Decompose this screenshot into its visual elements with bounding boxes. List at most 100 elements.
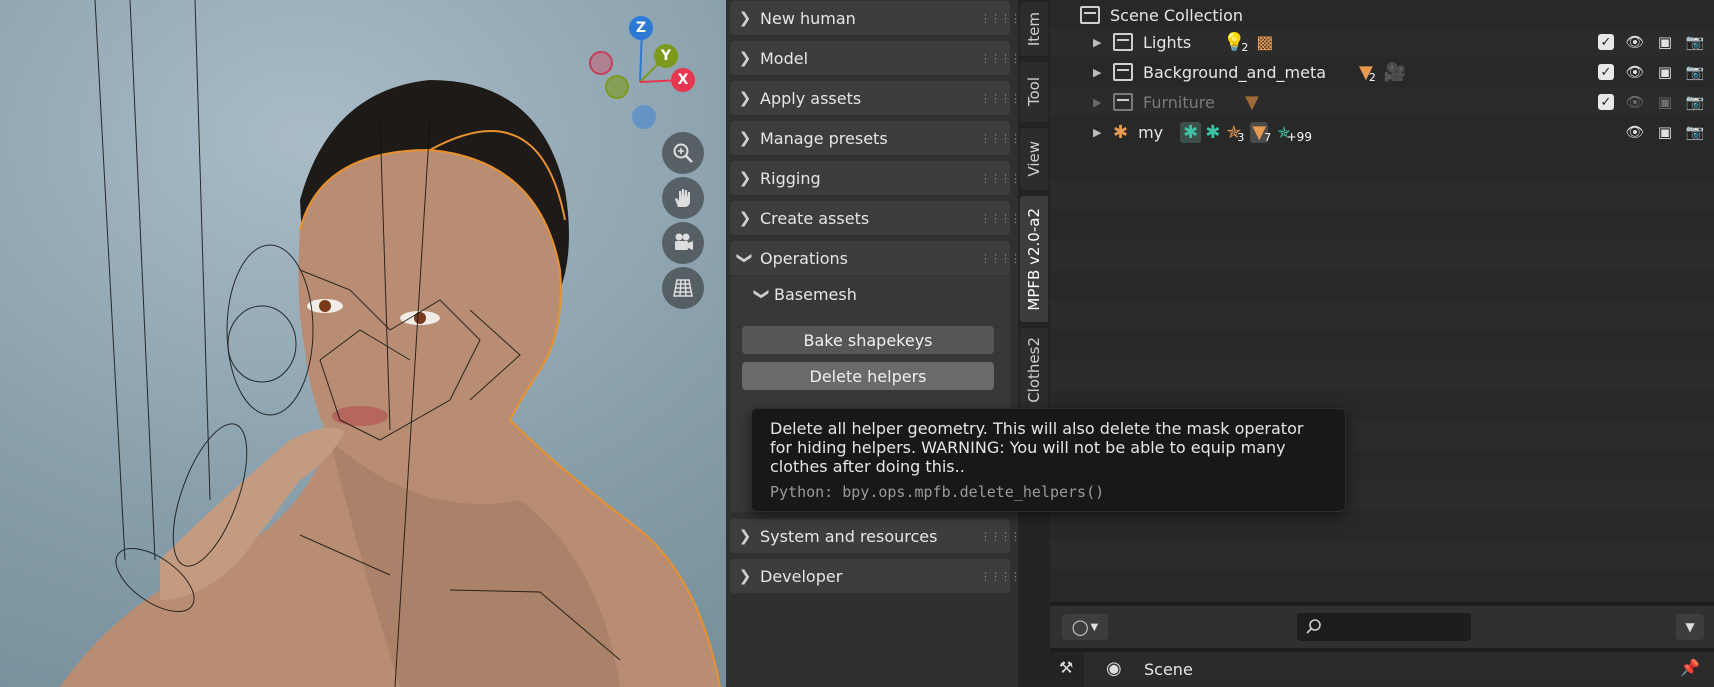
outliner-row-lights[interactable]: ▶ Lights 💡 2 ▩ ✓ 👁 ▣ 📷 — [1050, 27, 1714, 57]
tab-clothes2[interactable]: Clothes2 — [1020, 328, 1048, 412]
options-dropdown[interactable]: ▼ — [1676, 614, 1704, 640]
exclude-checkbox[interactable]: ✓ — [1598, 94, 1614, 110]
blender-window: Z Y X ❯ New human ⋮⋮⋮⋮ ❯ Model ⋮⋮⋮⋮ ❯ Ap… — [0, 0, 1714, 687]
drag-grip-icon[interactable]: ⋮⋮⋮⋮ — [980, 570, 1018, 583]
tab-tool[interactable]: Tool — [1020, 62, 1048, 122]
chevron-right-icon: ❯ — [738, 209, 752, 227]
drag-grip-icon[interactable]: ⋮⋮⋮⋮ — [980, 92, 1018, 105]
eye-icon[interactable]: 👁 — [1625, 33, 1644, 51]
search-icon — [1306, 619, 1321, 634]
tab-mpfb[interactable]: MPFB v2.0-a2 — [1020, 196, 1048, 322]
chevron-down-icon: ▼ — [1685, 620, 1695, 634]
eye-icon[interactable]: 👁 — [1625, 63, 1644, 81]
panel-model[interactable]: ❯ Model ⋮⋮⋮⋮ — [730, 41, 1018, 75]
expand-triangle-icon[interactable]: ▶ — [1093, 66, 1107, 79]
drag-grip-icon[interactable]: ⋮⋮⋮⋮ — [980, 172, 1018, 185]
gizmo-neg-x-axis[interactable] — [589, 51, 613, 75]
camera-icon[interactable] — [662, 222, 704, 264]
panel-new-human[interactable]: ❯ New human ⋮⋮⋮⋮ — [730, 1, 1018, 35]
drag-grip-icon[interactable]: ⋮⋮⋮⋮ — [980, 12, 1018, 25]
gizmo-y-axis[interactable]: Y — [654, 44, 678, 68]
render-camera-icon[interactable]: 📷 — [1686, 123, 1705, 141]
row-toggles: ✓ 👁 ▣ 📷 — [1598, 33, 1704, 51]
panel-rigging[interactable]: ❯ Rigging ⋮⋮⋮⋮ — [730, 161, 1018, 195]
panel-developer[interactable]: ❯ Developer ⋮⋮⋮⋮ — [730, 559, 1018, 593]
panel-system-and-resources[interactable]: ❯ System and resources ⋮⋮⋮⋮ — [730, 519, 1018, 553]
panel-label: Apply assets — [760, 88, 862, 108]
row-stripe — [1050, 360, 1714, 390]
mesh-icon: ▼ — [1245, 91, 1259, 113]
tab-item[interactable]: Item — [1020, 2, 1048, 56]
tooltip: Delete all helper geometry. This will al… — [751, 408, 1346, 512]
subpanel-basemesh[interactable]: ❯ Basemesh — [750, 278, 1010, 310]
drag-grip-icon[interactable]: ⋮⋮⋮⋮ — [980, 52, 1018, 65]
collection-icon — [1113, 63, 1133, 81]
panel-label: Manage presets — [760, 128, 888, 148]
gizmo-neg-z-axis[interactable] — [632, 105, 656, 129]
panel-label: Operations — [760, 248, 848, 268]
chevron-right-icon: ❯ — [738, 567, 752, 585]
chevron-right-icon: ❯ — [738, 89, 752, 107]
drag-grip-icon[interactable]: ⋮⋮⋮⋮ — [980, 252, 1018, 265]
collection-icon — [1113, 33, 1133, 51]
outliner-row-scene-collection[interactable]: Scene Collection — [1050, 0, 1714, 30]
toggle-icon: ◯ — [1071, 618, 1089, 636]
expand-triangle-icon[interactable]: ▶ — [1093, 96, 1107, 109]
panel-label: New human — [760, 8, 856, 28]
hand-pan-icon[interactable] — [662, 177, 704, 219]
exclude-checkbox[interactable]: ✓ — [1598, 34, 1614, 50]
chevron-right-icon: ❯ — [738, 169, 752, 187]
monitor-icon[interactable]: ▣ — [1656, 33, 1674, 51]
monitor-icon[interactable]: ▣ — [1656, 123, 1674, 141]
pose-icon: ✱ — [1180, 121, 1202, 143]
chevron-right-icon: ❯ — [738, 527, 752, 545]
grid-icon[interactable] — [662, 267, 704, 309]
camera-object-icon: 🎥 — [1383, 61, 1407, 83]
monitor-icon[interactable]: ▣ — [1656, 93, 1674, 111]
search-input[interactable] — [1297, 613, 1471, 641]
sidebar-tabs: Item Tool View MPFB v2.0-a2 Clothes2 — [1018, 0, 1050, 687]
panel-label: Developer — [760, 566, 843, 586]
panel-operations[interactable]: ❯ Operations ⋮⋮⋮⋮ — [730, 241, 1018, 275]
tooltip-description: Delete all helper geometry. This will al… — [770, 419, 1304, 476]
outliner-row-furniture[interactable]: ▶ Furniture ▼ ✓ 👁 ▣ 📷 — [1050, 87, 1714, 117]
collection-name: Scene Collection — [1110, 5, 1244, 25]
eye-icon[interactable]: 👁 — [1625, 93, 1644, 111]
count-badge: 2 — [1368, 70, 1376, 84]
delete-helpers-button[interactable]: Delete helpers — [742, 362, 994, 390]
render-camera-icon[interactable]: 📷 — [1686, 93, 1705, 111]
sidebar-n-panel: ❯ New human ⋮⋮⋮⋮ ❯ Model ⋮⋮⋮⋮ ❯ Apply as… — [726, 0, 1018, 687]
drag-grip-icon[interactable]: ⋮⋮⋮⋮ — [980, 212, 1018, 225]
outliner-row-background[interactable]: ▶ Background_and_meta ▼ 2 🎥 ✓ 👁 ▣ 📷 — [1050, 57, 1714, 87]
zoom-icon[interactable] — [662, 132, 704, 174]
row-toggles: ✓ 👁 ▣ 📷 — [1598, 63, 1704, 81]
drag-grip-icon[interactable]: ⋮⋮⋮⋮ — [980, 132, 1018, 145]
expand-triangle-icon[interactable]: ▶ — [1093, 36, 1107, 49]
gizmo-x-axis[interactable]: X — [671, 68, 695, 92]
tab-view[interactable]: View — [1020, 128, 1048, 190]
panel-manage-presets[interactable]: ❯ Manage presets ⋮⋮⋮⋮ — [730, 121, 1018, 155]
panel-label: Model — [760, 48, 809, 68]
row-toggles: 👁 ▣ 📷 — [1625, 123, 1705, 141]
panel-apply-assets[interactable]: ❯ Apply assets ⋮⋮⋮⋮ — [730, 81, 1018, 115]
3d-viewport[interactable]: Z Y X ❯ New human ⋮⋮⋮⋮ ❯ Model ⋮⋮⋮⋮ ❯ Ap… — [0, 0, 1018, 687]
exclude-checkbox[interactable]: ✓ — [1598, 64, 1614, 80]
editor-type-dropdown[interactable]: ◯ ▼ — [1062, 614, 1108, 640]
render-camera-icon[interactable]: 📷 — [1686, 33, 1705, 51]
properties-tab-strip: ⚒ — [1050, 652, 1084, 687]
gizmo-z-axis[interactable]: Z — [629, 16, 653, 40]
panel-create-assets[interactable]: ❯ Create assets ⋮⋮⋮⋮ — [730, 201, 1018, 235]
bake-shapekeys-button[interactable]: Bake shapekeys — [742, 326, 994, 354]
chevron-right-icon: ❯ — [738, 129, 752, 147]
eye-icon[interactable]: 👁 — [1625, 123, 1644, 141]
subpanel-label: Basemesh — [774, 284, 857, 304]
render-camera-icon[interactable]: 📷 — [1686, 63, 1705, 81]
row-stripe — [1050, 540, 1714, 570]
monitor-icon[interactable]: ▣ — [1656, 63, 1674, 81]
drag-grip-icon[interactable]: ⋮⋮⋮⋮ — [980, 530, 1018, 543]
pin-icon[interactable]: 📌 — [1680, 658, 1700, 677]
tool-settings-icon[interactable]: ⚒ — [1059, 658, 1073, 677]
expand-triangle-icon[interactable]: ▶ — [1093, 126, 1107, 139]
gizmo-neg-y-axis[interactable] — [605, 75, 629, 99]
outliner-row-my[interactable]: ▶ ✱ my ✱ ✱ ✯ 3 ▼ 7 ✯ +99 👁 ▣ 📷 — [1050, 117, 1714, 147]
